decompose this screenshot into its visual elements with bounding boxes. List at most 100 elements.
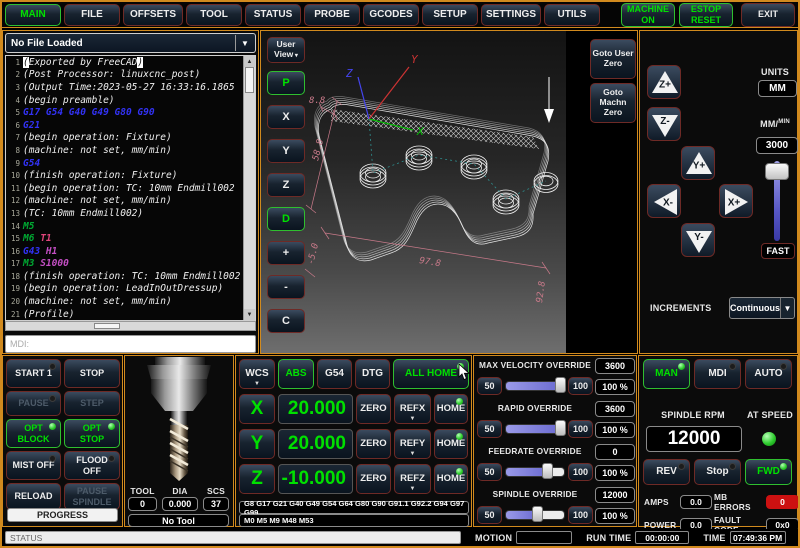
gcode-line[interactable]: 13(TC: 10mm Endmill002) — [6, 207, 255, 220]
override-slider-track[interactable] — [505, 510, 565, 520]
view-button-x[interactable]: X — [267, 105, 305, 129]
ref-x-button[interactable]: REFX▼ — [394, 394, 431, 424]
ref-z-button[interactable]: REFZ▼ — [394, 464, 431, 494]
mode-button-auto[interactable]: AUTO — [745, 359, 792, 389]
override-50-button[interactable]: 50 — [477, 463, 502, 481]
view-button-y[interactable]: Y — [267, 139, 305, 163]
spindle-button-rev[interactable]: REV — [643, 459, 690, 485]
view-button-d[interactable]: D — [267, 207, 305, 231]
nav-tab-status[interactable]: STATUS — [245, 4, 301, 26]
scroll-down-icon[interactable]: ▼ — [244, 309, 255, 320]
gcode-line[interactable]: 17M3 S1000 — [6, 258, 255, 271]
vertical-scroll-thumb[interactable] — [245, 67, 254, 93]
exit-button[interactable]: EXIT — [741, 3, 795, 27]
gcode-line[interactable]: 1(Exported by FreeCAD) — [6, 56, 255, 69]
gcode-line[interactable]: 3(Output Time:2023-05-27 16:33:16.1865 — [6, 81, 255, 94]
override-100-button[interactable]: 100 — [568, 420, 593, 438]
mode-button-man[interactable]: MAN — [643, 359, 690, 389]
jog-button-yminus[interactable]: Y- — [681, 223, 715, 257]
gcode-line[interactable]: 11(begin operation: TC: 10mm Endmill002 — [6, 182, 255, 195]
override-100-button[interactable]: 100 — [568, 463, 593, 481]
axis-letter-z[interactable]: Z — [239, 464, 275, 494]
override-slider-handle[interactable] — [532, 506, 543, 522]
file-selector[interactable]: No File Loaded ▼ — [5, 33, 256, 53]
gcode-line[interactable]: 10(finish operation: Fixture) — [6, 169, 255, 182]
zero-x-button[interactable]: ZERO — [356, 394, 391, 424]
gcode-line[interactable]: 2(Post Processor: linuxcnc_post) — [6, 69, 255, 82]
gcode-line[interactable]: 4(begin preamble) — [6, 94, 255, 107]
jog-speed-handle[interactable] — [765, 163, 789, 180]
nav-tab-utils[interactable]: UTILS — [544, 4, 600, 26]
dro-button-dtg[interactable]: DTG — [355, 359, 390, 389]
mode-button-mdi[interactable]: MDI — [694, 359, 741, 389]
override-50-button[interactable]: 50 — [477, 420, 502, 438]
override-50-button[interactable]: 50 — [477, 377, 502, 395]
spindle-button-fwd[interactable]: FWD — [745, 459, 792, 485]
view-button--[interactable]: - — [267, 275, 305, 299]
gcode-line[interactable]: 14M5 — [6, 220, 255, 233]
cycle-button-opt-block[interactable]: OPT BLOCK — [6, 419, 61, 448]
editor-vertical-scrollbar[interactable]: ▲ ▼ — [243, 56, 255, 320]
horizontal-scroll-thumb[interactable] — [94, 323, 120, 329]
scroll-up-icon[interactable]: ▲ — [244, 56, 255, 67]
ref-y-button[interactable]: REFY▼ — [394, 429, 431, 459]
nav-tab-tool[interactable]: TOOL — [186, 4, 242, 26]
machine-on-button[interactable]: MACHINE ON — [621, 3, 675, 27]
jog-button-xplus[interactable]: X+ — [719, 184, 753, 218]
nav-tab-probe[interactable]: PROBE — [304, 4, 360, 26]
nav-tab-offsets[interactable]: OFFSETS — [123, 4, 183, 26]
view-button-p[interactable]: P — [267, 71, 305, 95]
dro-button-wcs[interactable]: WCS▼ — [239, 359, 275, 389]
override-slider-track[interactable] — [505, 467, 565, 477]
editor-horizontal-scrollbar[interactable] — [5, 321, 256, 331]
dro-button-g54[interactable]: G54 — [317, 359, 352, 389]
estop-reset-button[interactable]: ESTOP RESET — [679, 3, 733, 27]
home-z-button[interactable]: HOME — [434, 464, 468, 494]
mdi-input[interactable] — [5, 335, 256, 353]
nav-tab-gcodes[interactable]: GCODES — [363, 4, 419, 26]
gcode-line[interactable]: 8(machine: not set, mm/min) — [6, 144, 255, 157]
view-button-+[interactable]: + — [267, 241, 305, 265]
gcode-line[interactable]: 9G54 — [6, 157, 255, 170]
axis-letter-y[interactable]: Y — [239, 429, 275, 459]
spindle-button-stop[interactable]: Stop — [694, 459, 741, 485]
view-button-z[interactable]: Z — [267, 173, 305, 197]
gcode-line[interactable]: 15M6 T1 — [6, 232, 255, 245]
user-view-button[interactable]: User View ▾ — [267, 37, 305, 63]
increments-combo[interactable]: Continuous ▼ — [729, 297, 795, 319]
override-slider-track[interactable] — [505, 381, 565, 391]
axis-letter-x[interactable]: X — [239, 394, 275, 424]
increments-arrow-icon[interactable]: ▼ — [780, 298, 794, 318]
override-slider-handle[interactable] — [555, 420, 566, 436]
home-x-button[interactable]: HOME — [434, 394, 468, 424]
gcode-line[interactable]: 6G21 — [6, 119, 255, 132]
override-slider-track[interactable] — [505, 424, 565, 434]
cycle-button-flood-off[interactable]: FLOOD OFF — [64, 451, 120, 480]
override-100-button[interactable]: 100 — [568, 377, 593, 395]
dro-button-abs[interactable]: ABS — [278, 359, 314, 389]
gcode-line[interactable]: 21(Profile) — [6, 308, 255, 321]
nav-tab-file[interactable]: FILE — [64, 4, 120, 26]
jog-speed-slider[interactable] — [765, 161, 789, 241]
override-50-button[interactable]: 50 — [477, 506, 502, 524]
nav-tab-setup[interactable]: SETUP — [422, 4, 478, 26]
cycle-button-stop[interactable]: STOP — [64, 359, 120, 388]
view-button-c[interactable]: C — [267, 309, 305, 333]
jog-button-xminus[interactable]: X- — [647, 184, 681, 218]
gcode-line[interactable]: 18(finish operation: TC: 10mm Endmill002 — [6, 270, 255, 283]
cycle-button-mist-off[interactable]: MIST OFF — [6, 451, 61, 480]
file-selector-arrow-icon[interactable]: ▼ — [235, 35, 254, 51]
override-slider-handle[interactable] — [542, 463, 553, 479]
goto-machine-zero-button[interactable]: Goto Machn Zero — [590, 83, 636, 123]
cycle-button-reload[interactable]: RELOAD — [6, 483, 61, 510]
home-y-button[interactable]: HOME — [434, 429, 468, 459]
nav-tab-main[interactable]: MAIN — [5, 4, 61, 26]
goto-user-zero-button[interactable]: Goto User Zero — [590, 39, 636, 79]
cycle-button-start-1[interactable]: START 1 — [6, 359, 61, 388]
gcode-line[interactable]: 20(machine: not set, mm/min) — [6, 295, 255, 308]
gcode-line[interactable]: 7(begin operation: Fixture) — [6, 132, 255, 145]
gcode-line[interactable]: 12(machine: not set, mm/min) — [6, 195, 255, 208]
jog-button-yplus[interactable]: Y+ — [681, 146, 715, 180]
zero-z-button[interactable]: ZERO — [356, 464, 391, 494]
jog-button-zminus[interactable]: Z- — [647, 107, 681, 141]
